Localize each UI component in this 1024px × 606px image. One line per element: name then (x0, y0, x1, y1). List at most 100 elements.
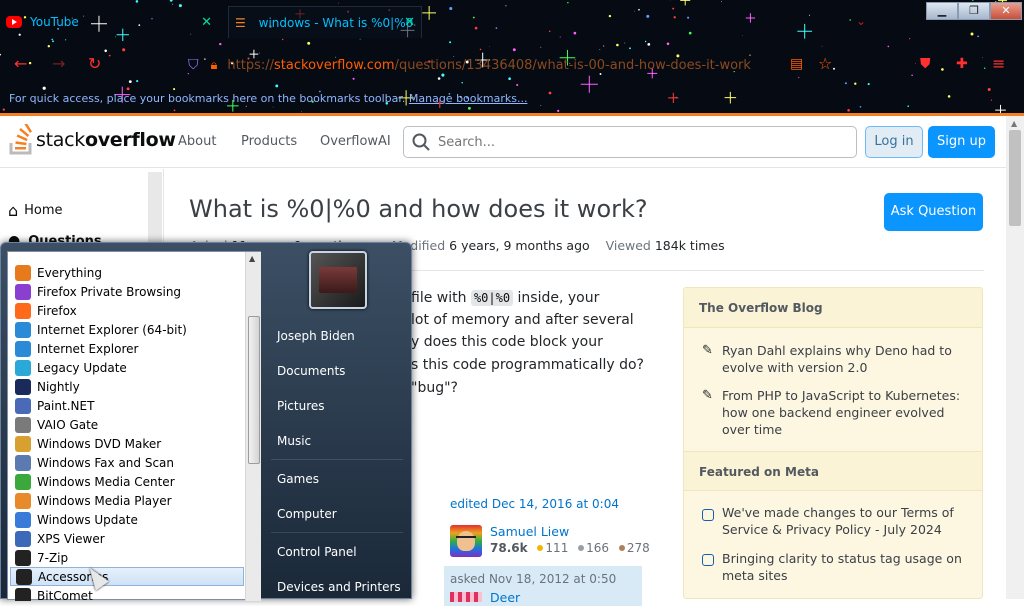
logo-text: stackoverflow (36, 129, 176, 151)
program-icon (15, 340, 31, 357)
program-item[interactable]: Legacy Update (10, 358, 244, 377)
star (51, 38, 53, 41)
star (338, 2, 339, 4)
program-item[interactable]: Paint.NET (10, 396, 244, 415)
sparkle (422, 5, 437, 20)
start-link-music[interactable]: Music (277, 434, 311, 448)
program-item[interactable]: 7-Zip (10, 548, 244, 567)
tab-youtube[interactable]: YouTube ✕ (6, 6, 216, 38)
star (688, 31, 692, 35)
bookmark-star-icon[interactable]: ☆ (818, 54, 832, 74)
user-picture[interactable] (309, 251, 367, 309)
program-item[interactable]: Windows DVD Maker (10, 434, 244, 453)
meta-header: Featured on Meta (684, 451, 982, 491)
close-icon[interactable]: ✕ (990, 2, 1022, 20)
so-logo[interactable]: stackoverflow (8, 124, 176, 156)
chat-bubble-icon (702, 554, 714, 566)
tab-label: YouTube (30, 15, 79, 29)
program-item[interactable]: Internet Explorer (64-bit) (10, 320, 244, 339)
asker-name[interactable]: Deer (490, 590, 520, 605)
nav-overflowai[interactable]: OverflowAI (320, 134, 391, 149)
login-button[interactable]: Log in (865, 126, 923, 158)
start-link-computer[interactable]: Computer (277, 507, 337, 521)
question-body-line: lot of memory and after several (411, 312, 634, 328)
star (666, 42, 670, 46)
program-label: Windows DVD Maker (37, 436, 162, 451)
browser-chrome: YouTube ✕ ☰ windows - What is %0|%0 and … (0, 0, 1024, 116)
program-item[interactable]: Windows Update (10, 510, 244, 529)
start-link-user[interactable]: Joseph Biden (277, 329, 355, 343)
blog-item[interactable]: From PHP to JavaScript to Kubernetes: ho… (722, 387, 972, 438)
program-item[interactable]: Firefox Private Browsing (10, 282, 244, 301)
program-item[interactable]: Everything (10, 263, 244, 282)
sidebar-scrollbar[interactable] (148, 172, 162, 252)
program-icon (15, 435, 31, 452)
program-item[interactable]: Internet Explorer (10, 339, 244, 358)
restore-icon[interactable]: ❐ (958, 2, 990, 20)
manage-bookmarks-link[interactable]: Manage bookmarks... (409, 92, 528, 105)
forward-icon[interactable]: → (52, 54, 65, 74)
gold-badge-icon (537, 545, 544, 551)
star (977, 35, 979, 38)
question-body-line: "bug"? (411, 380, 458, 396)
pocket-icon[interactable]: ⛊ (920, 54, 931, 74)
url-text[interactable]: https://stackoverflow.com/questions/1343… (227, 58, 751, 73)
close-tab-icon[interactable]: ✕ (201, 15, 212, 30)
back-icon[interactable]: ← (14, 54, 27, 74)
search-input[interactable] (436, 133, 836, 151)
program-item[interactable]: Accessories (10, 567, 244, 586)
asked-timestamp[interactable]: asked Nov 18, 2012 at 0:50 (450, 572, 616, 586)
inline-code: %0|%0 (470, 290, 514, 306)
question-title[interactable]: What is %0|%0 and how does it work? (189, 195, 648, 223)
meta-item[interactable]: We've made changes to our Terms of Servi… (722, 504, 972, 538)
program-item[interactable]: Windows Media Center (10, 472, 244, 491)
scrollbar-thumb[interactable] (248, 316, 260, 464)
start-link-devices-printers[interactable]: Devices and Printers (277, 580, 401, 594)
tab-list-chevron-icon[interactable]: ⌄ (856, 14, 866, 28)
star (908, 37, 911, 40)
avatar[interactable] (450, 525, 482, 557)
star (608, 14, 612, 18)
program-item[interactable]: Windows Fax and Scan (10, 453, 244, 472)
star (65, 39, 67, 41)
star (472, 16, 475, 19)
program-item[interactable]: Firefox (10, 301, 244, 320)
meta-item[interactable]: Bringing clarity to status tag usage on … (722, 550, 972, 584)
start-link-control-panel[interactable]: Control Panel (277, 545, 357, 559)
program-label: Nightly (37, 379, 80, 394)
sidebar-item-home[interactable]: ⌂ Home (8, 201, 63, 220)
reader-view-icon[interactable]: ▤ (790, 54, 803, 74)
scrollbar-thumb[interactable] (1009, 130, 1021, 226)
url-bar[interactable]: ⛉ 🔒︎ https://stackoverflow.com/questions… (184, 52, 784, 78)
extensions-icon[interactable]: ✚ (956, 54, 968, 74)
scroll-up-icon[interactable]: ▲ (1011, 119, 1017, 128)
program-list-scrollbar[interactable]: ▲ (245, 252, 261, 601)
nav-about[interactable]: About (178, 134, 216, 149)
scroll-up-icon[interactable]: ▲ (249, 254, 255, 263)
program-item[interactable]: Windows Media Player (10, 491, 244, 510)
program-item[interactable]: XPS Viewer (10, 529, 244, 548)
edited-timestamp[interactable]: edited Dec 14, 2016 at 0:04 (450, 497, 619, 511)
start-link-games[interactable]: Games (277, 472, 319, 486)
program-item[interactable]: Nightly (10, 377, 244, 396)
blog-item[interactable]: Ryan Dahl explains why Deno had to evolv… (722, 342, 972, 376)
search-box[interactable] (403, 126, 857, 158)
start-link-pictures[interactable]: Pictures (277, 399, 325, 413)
lock-icon[interactable]: 🔒︎ (211, 58, 218, 73)
nav-products[interactable]: Products (241, 134, 297, 149)
program-item[interactable]: VAIO Gate (10, 415, 244, 434)
editor-name[interactable]: Samuel Liew (490, 524, 569, 539)
tab-stackoverflow[interactable]: ☰ windows - What is %0|%0 and ✕ (228, 6, 422, 38)
home-icon: ⌂ (8, 201, 19, 220)
so-topbar: stackoverflow About Products OverflowAI … (0, 116, 1006, 168)
page-scrollbar[interactable]: ▲ (1006, 116, 1024, 599)
ask-question-button[interactable]: Ask Question (884, 193, 983, 231)
avatar[interactable] (450, 592, 482, 602)
menu-icon[interactable]: ≡ (992, 54, 1005, 74)
signup-button[interactable]: Sign up (928, 126, 995, 158)
minimize-icon[interactable]: ▁ (926, 2, 958, 20)
reload-icon[interactable]: ↻ (88, 54, 101, 74)
start-link-documents[interactable]: Documents (277, 364, 345, 378)
tracking-shield-icon[interactable]: ⛉ (188, 57, 199, 73)
close-tab-icon[interactable]: ✕ (404, 15, 415, 30)
